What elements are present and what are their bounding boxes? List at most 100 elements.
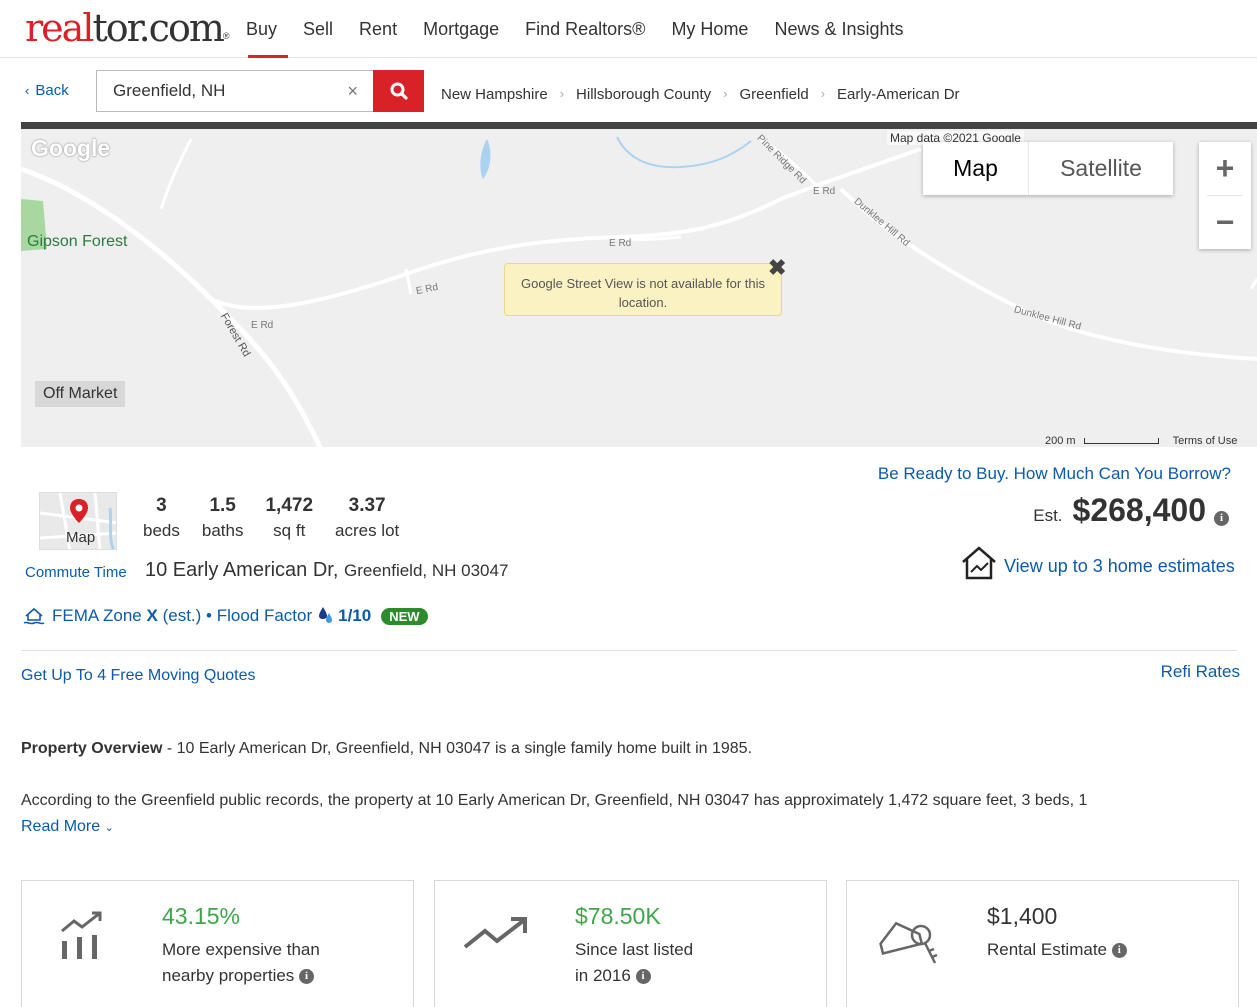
- flood-info[interactable]: FEMA Zone X (est.) • Flood Factor 1/10 N…: [23, 605, 428, 627]
- refi-rates-link[interactable]: Refi Rates: [1161, 662, 1240, 682]
- stat-label: beds: [143, 521, 180, 540]
- fema-zone: X: [146, 606, 158, 625]
- breadcrumb-county[interactable]: Hillsborough County: [576, 86, 711, 103]
- terms-of-use-link[interactable]: Terms of Use: [1173, 435, 1238, 447]
- view-estimates-label: View up to 3 home estimates: [1004, 555, 1235, 576]
- be-ready-link[interactable]: Be Ready to Buy. How Much Can You Borrow…: [878, 464, 1231, 484]
- overview-title: Property Overview: [21, 740, 163, 757]
- card-line1: More expensive than: [162, 940, 320, 959]
- breadcrumb-city[interactable]: Greenfield: [739, 86, 808, 103]
- info-icon[interactable]: i: [635, 969, 651, 985]
- estimated-price: Est. $268,400 i: [1033, 492, 1229, 529]
- property-map[interactable]: Google Map data ©2021 Google Gipson Fore…: [21, 122, 1257, 447]
- read-more-label: Read More: [21, 818, 101, 835]
- map-type-toggle: Map Satellite: [923, 142, 1173, 195]
- card-caption: More expensive than nearby properties i: [162, 937, 320, 989]
- map-road-label: E Rd: [251, 320, 274, 331]
- flood-factor-icon: [319, 607, 333, 623]
- view-estimates-link[interactable]: View up to 3 home estimates: [960, 545, 1235, 581]
- card-line1: Since last listed: [575, 940, 694, 959]
- zoom-control: + −: [1199, 142, 1251, 249]
- trend-up-icon: [463, 917, 527, 949]
- minimap-button[interactable]: Map: [39, 492, 117, 550]
- street-view-message: Google Street View is not available for …: [504, 263, 782, 316]
- nav-find-realtors[interactable]: Find Realtors®: [512, 0, 658, 58]
- top-nav: realtor.com® Buy Sell Rent Mortgage Find…: [0, 0, 1257, 58]
- fema-suffix: (est.) • Flood Factor: [162, 606, 313, 625]
- scale-bar: [1083, 438, 1159, 444]
- house-chart-icon: [962, 546, 996, 580]
- clear-icon[interactable]: ×: [347, 81, 358, 102]
- chevron-right-icon: ›: [723, 86, 728, 101]
- new-badge: NEW: [381, 607, 428, 625]
- map-type-satellite-button[interactable]: Satellite: [1029, 142, 1173, 195]
- minimap-label: Map: [66, 529, 96, 546]
- chevron-right-icon: ›: [820, 86, 826, 101]
- zoom-in-button[interactable]: +: [1199, 142, 1251, 195]
- back-label: Back: [35, 82, 69, 99]
- read-more-link[interactable]: Read More ⌄: [21, 818, 114, 836]
- map-road-label: E Rd: [609, 238, 632, 249]
- chevron-right-icon: ›: [559, 86, 565, 101]
- breadcrumb-street[interactable]: Early-American Dr: [837, 86, 960, 103]
- nav-items: Buy Sell Rent Mortgage Find Realtors® My…: [233, 0, 917, 58]
- chevron-down-icon: ⌄: [104, 822, 114, 834]
- realtor-logo[interactable]: realtor.com®: [25, 6, 230, 50]
- stat-beds: 3 beds: [143, 495, 180, 541]
- search-icon: [390, 82, 408, 100]
- card-value: $78.50K: [575, 903, 661, 929]
- chevron-left-icon: ‹: [25, 83, 30, 98]
- card-line2: in 2016: [575, 966, 631, 985]
- moving-quotes-link[interactable]: Get Up To 4 Free Moving Quotes: [21, 667, 255, 685]
- back-link[interactable]: ‹ Back: [25, 82, 69, 99]
- flood-house-icon: [23, 607, 45, 625]
- stat-baths: 1.5 baths: [202, 495, 244, 541]
- est-price: $268,400: [1072, 492, 1206, 528]
- logo-mark: ®: [222, 31, 230, 41]
- map-type-map-button[interactable]: Map: [923, 142, 1029, 195]
- stat-value: 1,472: [265, 495, 314, 516]
- commute-time-link[interactable]: Commute Time: [25, 564, 127, 581]
- off-market-badge: Off Market: [35, 381, 126, 407]
- map-road-label: E Rd: [813, 186, 836, 197]
- nav-mortgage[interactable]: Mortgage: [410, 0, 512, 58]
- flood-score: 1/10: [338, 606, 372, 625]
- nav-rent[interactable]: Rent: [346, 0, 410, 58]
- stat-label: acres lot: [335, 521, 400, 540]
- stat-label: sq ft: [273, 521, 306, 540]
- info-icon[interactable]: i: [1214, 511, 1229, 526]
- card-line2: nearby properties: [162, 966, 295, 985]
- public-records-text: According to the Greenfield public recor…: [21, 792, 1088, 809]
- scale-label: 200 m: [1045, 435, 1076, 447]
- card-price-comparison: 43.15% More expensive than nearby propert…: [21, 880, 414, 1007]
- info-icon[interactable]: i: [299, 969, 315, 985]
- stat-value: 3.37: [348, 495, 386, 516]
- fema-prefix: FEMA Zone: [52, 606, 142, 625]
- nav-buy[interactable]: Buy: [233, 0, 290, 58]
- property-overview: Property Overview - 10 Early American Dr…: [21, 740, 752, 758]
- zoom-out-button[interactable]: −: [1199, 196, 1251, 249]
- property-stats: 3 beds 1.5 baths 1,472 sq ft 3.37 acres lot: [143, 495, 421, 541]
- bar-chart-trend-icon: [61, 911, 102, 959]
- nav-sell[interactable]: Sell: [290, 0, 346, 58]
- breadcrumb: New Hampshire › Hillsborough County › Gr…: [441, 86, 960, 103]
- close-icon[interactable]: ✖: [768, 255, 786, 281]
- logo-part2: tor.com: [92, 6, 224, 50]
- info-icon[interactable]: i: [1111, 943, 1127, 959]
- search-button[interactable]: [373, 70, 424, 112]
- stat-label: baths: [201, 521, 244, 540]
- nav-news-insights[interactable]: News & Insights: [761, 0, 916, 58]
- breadcrumb-state[interactable]: New Hampshire: [441, 86, 548, 103]
- search-input[interactable]: [97, 71, 327, 111]
- card-value: $1,400: [987, 903, 1058, 929]
- card-caption: Rental Estimate i: [987, 937, 1127, 963]
- address-city: Greenfield, NH 03047: [343, 561, 509, 580]
- stat-lot: 3.37 acres lot: [335, 495, 399, 541]
- logo-part1: real: [25, 6, 94, 50]
- search-box: ×: [96, 70, 374, 112]
- stat-sqft: 1,472 sq ft: [265, 495, 313, 541]
- house-key-icon: [879, 921, 938, 964]
- card-value: 43.15%: [162, 903, 241, 929]
- nav-my-home[interactable]: My Home: [658, 0, 761, 58]
- google-logo: Google: [31, 135, 111, 161]
